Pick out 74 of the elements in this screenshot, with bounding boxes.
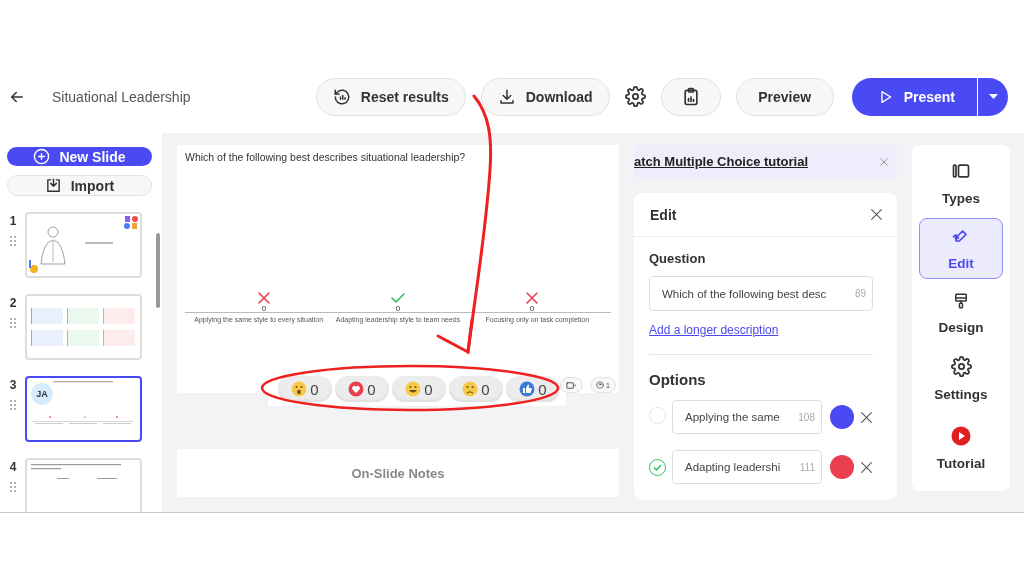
drag-handle-icon <box>10 482 16 492</box>
character-count: 111 <box>799 461 815 473</box>
caret-icon <box>988 94 998 99</box>
close-button[interactable] <box>870 208 883 221</box>
settings-icon <box>624 86 646 107</box>
tool-tab[interactable]: Types <box>919 153 1003 215</box>
cross-icon <box>526 292 538 304</box>
drag-handle-icon <box>10 236 16 246</box>
slide-number: 3 <box>9 378 17 392</box>
avatar: JA <box>31 383 53 405</box>
slide-number: 4 <box>9 460 17 474</box>
result-count: 0 <box>261 304 267 313</box>
slide-number: 1 <box>9 214 17 228</box>
thumbs-up-icon <box>519 381 536 397</box>
slide-thumbnail[interactable] <box>25 458 142 512</box>
character-count: 108 <box>798 411 815 423</box>
slide-number: 2 <box>9 296 17 310</box>
user-icon <box>596 381 604 389</box>
reaction-button[interactable]: 0 <box>392 376 446 402</box>
presentation-title: Situational Leadership <box>52 88 191 105</box>
scrollbar-thumb[interactable] <box>156 233 160 308</box>
result-count: 0 <box>395 304 401 313</box>
character-count: 89 <box>854 288 866 299</box>
download-button[interactable]: Download <box>480 77 610 116</box>
import-button[interactable]: Import <box>7 175 152 196</box>
report-button[interactable] <box>660 77 721 116</box>
question-field[interactable]: Which of the following best desc 89 <box>649 276 873 311</box>
close-icon <box>879 156 889 167</box>
remove-button[interactable] <box>860 460 873 474</box>
option-field[interactable]: Applying the same 108 <box>672 400 822 434</box>
play-icon <box>951 425 971 446</box>
tutorial-link[interactable]: atch Multiple Choice tutorial <box>634 154 809 169</box>
preview-button[interactable]: Preview <box>735 77 834 116</box>
plus-circle-icon <box>33 148 51 165</box>
settings-icon <box>950 355 972 377</box>
tool-tab[interactable]: Settings <box>919 348 1003 410</box>
color-swatch[interactable] <box>830 455 854 479</box>
laughing-face-icon <box>405 381 422 397</box>
present-button[interactable]: Present <box>851 77 978 116</box>
check-icon <box>653 463 662 471</box>
section-label: Options <box>649 371 707 388</box>
camera-icon <box>566 380 577 390</box>
color-swatch[interactable] <box>830 405 854 429</box>
reaction-button[interactable]: 0 <box>278 376 332 402</box>
close-icon <box>870 208 883 221</box>
remove-button[interactable] <box>860 410 873 424</box>
close-icon <box>860 410 873 424</box>
section-label: Question <box>649 251 707 266</box>
new-slide-button[interactable]: New Slide <box>7 147 152 166</box>
tool-tab[interactable]: Design <box>919 283 1003 345</box>
slide-notes[interactable]: On-Slide Notes <box>177 449 619 497</box>
surprised-face-icon <box>291 381 308 397</box>
drag-handle-icon <box>10 318 16 328</box>
slide-question: Which of the following best describes situational leadership? <box>185 151 467 163</box>
settings-button[interactable] <box>624 86 646 107</box>
reaction-button[interactable]: 0 <box>449 376 503 402</box>
reaction-button[interactable]: 0 <box>335 376 389 402</box>
slide-thumbnail[interactable]: JA <box>25 376 142 442</box>
option-field[interactable]: Adapting leadershi 111 <box>672 450 822 484</box>
panel-title: Edit <box>650 206 677 223</box>
history-chart-icon <box>332 87 351 106</box>
sad-face-icon <box>462 381 479 397</box>
tool-tab[interactable]: Tutorial <box>919 413 1003 483</box>
close-icon <box>860 460 873 474</box>
cross-icon <box>258 292 270 304</box>
result-count: 0 <box>529 304 535 313</box>
tool-tab[interactable]: Edit <box>919 218 1003 280</box>
reset-results-button[interactable]: Reset results <box>315 77 466 116</box>
description-link[interactable]: Add a longer description <box>649 323 873 337</box>
import-icon <box>44 177 62 194</box>
drag-handle-icon <box>10 400 16 410</box>
check-icon <box>391 292 405 304</box>
download-icon <box>497 87 516 106</box>
paint-roller-icon <box>952 292 970 311</box>
